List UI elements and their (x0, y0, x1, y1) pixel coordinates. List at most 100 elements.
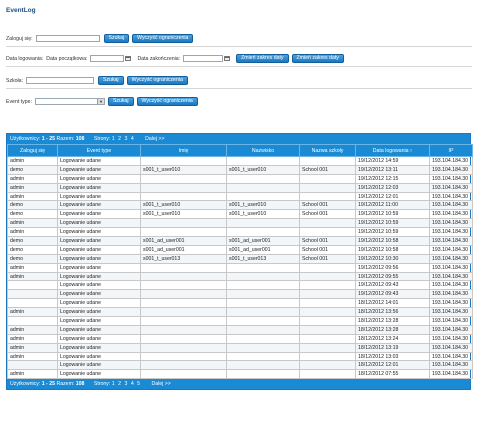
cell-school (299, 342, 356, 353)
cell-login-date: 19/12/2012 11:00 (355, 200, 430, 211)
cell-login-date: 19/12/2012 10:59 (355, 209, 430, 220)
cell-login-date: 19/12/2012 14:59 (355, 156, 430, 166)
table-row[interactable]: admin Logowanie udane 19/12/2012 10:59 193.… (7, 227, 473, 238)
cell-school (299, 218, 356, 229)
table-row[interactable]: admin Logowanie udane 18/12/2012 07:55 193.… (7, 369, 473, 380)
table-row[interactable]: demo Logowanie udane s001_t_user010 s001_t_… (7, 209, 473, 220)
page-link-1[interactable]: 1 (112, 136, 115, 142)
change-date-range-button-2[interactable]: Zmień zakres daty (291, 54, 344, 63)
table-row[interactable]: admin Logowanie udane 18/12/2012 13:56 193.… (7, 307, 473, 318)
cell-event-type: Logowanie udane (57, 324, 141, 335)
login-clear-button[interactable]: Wyczyść ograniczenia (132, 34, 194, 43)
cell-login-date: 19/12/2012 10:59 (355, 227, 430, 238)
change-date-range-button[interactable]: Zmień zakres daty (236, 54, 289, 63)
col-header-school[interactable]: Nazwa szkoły (299, 144, 356, 157)
table-row[interactable]: Logowanie udane 18/12/2012 12:01 193.104.1… (7, 360, 473, 371)
school-search-button[interactable]: Szukaj (98, 76, 124, 85)
table-row[interactable]: admin Logowanie udane 19/12/2012 09:55 193.… (7, 271, 473, 282)
next-page-link[interactable]: Dalej >> (145, 136, 164, 142)
cell-last-name (226, 280, 300, 291)
table-row[interactable]: admin Logowanie udane 19/12/2012 14:59 193.… (7, 156, 473, 166)
table-row[interactable]: admin Logowanie udane 19/12/2012 12:15 193.… (7, 173, 473, 184)
cell-login: admin (7, 369, 58, 380)
date-from-input[interactable] (90, 55, 125, 62)
table-row[interactable]: admin Logowanie udane 18/12/2012 13:24 193.… (7, 333, 473, 344)
school-clear-button[interactable]: Wyczyść ograniczenia (126, 76, 188, 85)
calendar-icon[interactable] (125, 56, 132, 61)
cell-first-name (140, 262, 227, 273)
event-log-grid: Użytkownicy: 1 - 25 Razem: 108 Strony: 1… (6, 133, 473, 391)
pager-range: 1 - 25 (41, 381, 55, 388)
cell-last-name (226, 173, 300, 184)
cell-first-name (140, 307, 227, 318)
table-row[interactable]: Logowanie udane 19/12/2012 09:43 193.104.1… (7, 289, 473, 300)
table-row[interactable]: demo Logowanie udane s001_t_user010 s001_t_… (7, 164, 473, 175)
cell-first-name (140, 360, 227, 371)
page-link-4[interactable]: 4 (131, 381, 134, 387)
pager-total: 108 (75, 381, 85, 388)
col-header-first-name[interactable]: Imię (140, 144, 227, 157)
event-type-search-button[interactable]: Szukaj (107, 97, 134, 106)
cell-login-date: 18/12/2012 13:28 (355, 316, 430, 326)
event-type-clear-button[interactable]: Wyczyść ograniczenia (136, 97, 198, 106)
cell-ip: 193.104.184.30 (429, 280, 473, 291)
login-search-button[interactable]: Szukaj (103, 34, 130, 43)
page-link-2[interactable]: 2 (118, 381, 121, 387)
cell-event-type: Logowanie udane (57, 164, 141, 175)
table-row[interactable]: Logowanie udane 18/12/2012 14:01 193.104.1… (7, 298, 473, 309)
table-row[interactable]: demo Logowanie udane s001_t_user010 s001_t_… (7, 200, 473, 211)
cell-ip: 193.104.184.30 (429, 164, 473, 175)
table-row[interactable]: admin Logowanie udane 19/12/2012 12:01 193.… (7, 191, 473, 202)
cell-last-name (226, 271, 300, 282)
table-row[interactable]: admin Logowanie udane 19/12/2012 10:59 193.… (7, 218, 473, 229)
calendar-icon[interactable] (224, 56, 231, 61)
school-input[interactable] (26, 77, 95, 84)
table-row[interactable]: demo Logowanie udane s001_ad_user001 s001_a… (7, 236, 473, 246)
pager-pages-label: Strony: (93, 136, 111, 142)
page-link-2[interactable]: 2 (118, 136, 121, 142)
school-label: Szkoła: (6, 77, 24, 84)
pager-top: Użytkownicy: 1 - 25 Razem: 108 Strony: 1… (7, 134, 470, 144)
cell-last-name (226, 182, 300, 193)
cell-login-date: 18/12/2012 13:56 (355, 307, 430, 318)
table-row[interactable]: Logowanie udane 19/12/2012 09:43 193.104.1… (7, 280, 473, 291)
chevron-down-icon[interactable]: ▼ (96, 99, 104, 104)
cell-login: demo (7, 236, 58, 246)
table-row[interactable]: demo Logowanie udane s001_t_user013 s001_t_… (7, 253, 473, 264)
cell-last-name (226, 298, 300, 309)
page-link-3[interactable]: 3 (124, 381, 127, 387)
table-row[interactable]: admin Logowanie udane 19/12/2012 09:56 193.… (7, 262, 473, 273)
cell-ip: 193.104.184.30 (429, 271, 473, 282)
cell-login: admin (7, 227, 58, 238)
table-row[interactable]: admin Logowanie udane 18/12/2012 13:03 193.… (7, 351, 473, 362)
table-row[interactable]: admin Logowanie udane 19/12/2012 12:03 193.… (7, 182, 473, 193)
cell-event-type: Logowanie udane (57, 182, 141, 193)
table-row[interactable]: admin Logowanie udane 18/12/2012 13:28 193.… (7, 324, 473, 335)
page-link-3[interactable]: 3 (124, 136, 127, 142)
cell-login: admin (7, 156, 58, 166)
cell-last-name (226, 360, 300, 371)
col-header-login-date[interactable]: Data logowania▽ (355, 144, 430, 157)
login-input[interactable] (35, 35, 100, 42)
col-header-last-name[interactable]: Nazwisko (226, 144, 300, 157)
cell-school (299, 351, 356, 362)
cell-school: School 001 (299, 236, 356, 246)
col-header-login[interactable]: Zaloguj się (7, 144, 58, 157)
cell-event-type: Logowanie udane (57, 342, 141, 353)
table-row[interactable]: admin Logowanie udane 18/12/2012 13:19 193.… (7, 342, 473, 353)
cell-first-name (140, 316, 227, 326)
table-row[interactable]: Logowanie udane 18/12/2012 13:28 193.104.1… (7, 316, 473, 326)
cell-school (299, 227, 356, 238)
page-link-5[interactable]: 5 (137, 381, 140, 387)
date-to-input[interactable] (183, 55, 224, 62)
page-link-4[interactable]: 4 (131, 136, 134, 142)
cell-ip: 193.104.184.30 (429, 342, 473, 353)
cell-login-date: 19/12/2012 12:15 (355, 173, 430, 184)
next-page-link[interactable]: Dalej >> (152, 381, 171, 387)
event-type-select[interactable]: ▼ (34, 98, 105, 105)
col-header-ip[interactable]: IP (429, 144, 473, 157)
page-link-1[interactable]: 1 (112, 381, 115, 387)
table-row[interactable]: demo Logowanie udane s001_ad_user001 s001_a… (7, 244, 473, 255)
event-log-table: Zaloguj się Event type Imię Nazwisko Naz… (7, 144, 473, 380)
col-header-event-type[interactable]: Event type (57, 144, 141, 157)
